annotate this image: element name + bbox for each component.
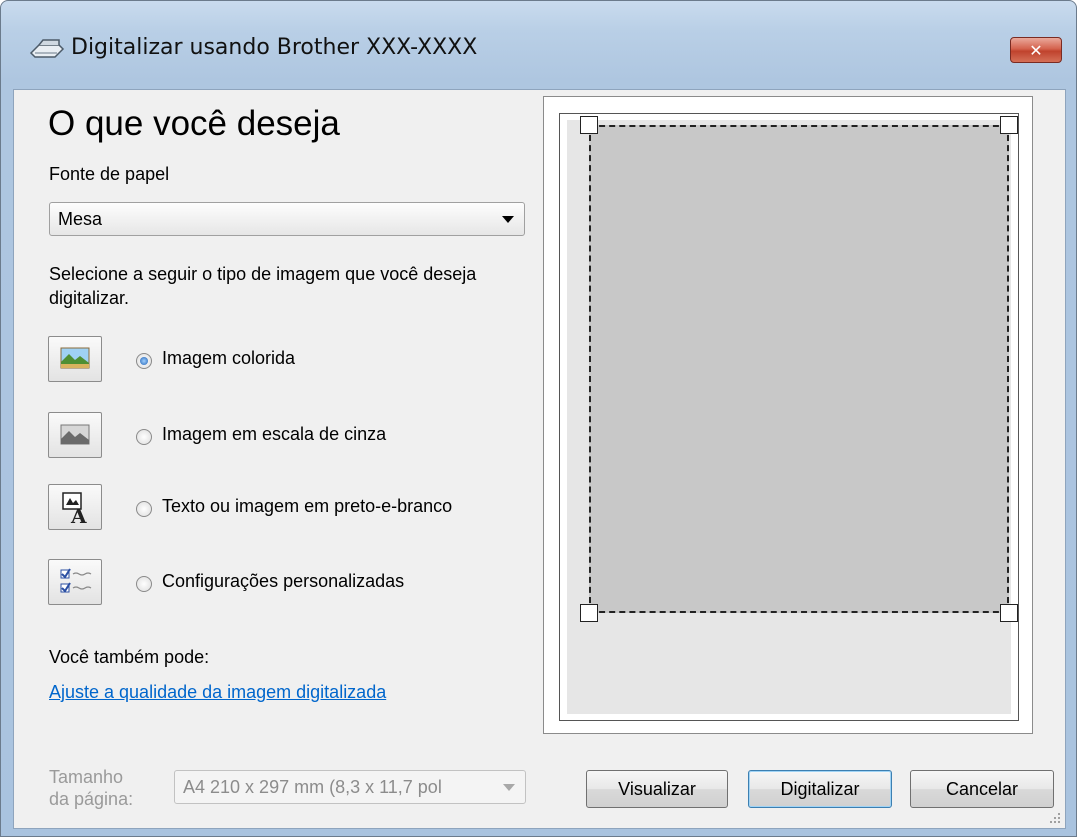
- grayscale-image-radio[interactable]: [136, 429, 152, 445]
- close-button[interactable]: ✕: [1010, 37, 1062, 63]
- resize-grip-icon[interactable]: [1049, 812, 1061, 824]
- page-size-value: A4 210 x 297 mm (8,3 x 11,7 pol: [183, 777, 442, 797]
- window-title: Digitalizar usando Brother XXX-XXXX: [71, 35, 478, 60]
- cancel-button[interactable]: Cancelar: [910, 770, 1054, 808]
- scan-area-handle-bottom-right[interactable]: [1000, 604, 1018, 622]
- chevron-down-icon: [502, 216, 514, 223]
- grayscale-image-label[interactable]: Imagem em escala de cinza: [162, 424, 386, 445]
- color-image-label[interactable]: Imagem colorida: [162, 348, 295, 369]
- dialog-content: O que você deseja Fonte de papel Mesa Se…: [13, 89, 1066, 829]
- also-label: Você também pode:: [49, 647, 210, 667]
- color-image-button[interactable]: [48, 336, 102, 382]
- custom-settings-button[interactable]: [48, 559, 102, 605]
- page-size-label-line2: da página:: [49, 789, 134, 809]
- page-size-label: Tamanho da página:: [49, 766, 133, 810]
- scan-area-handle-bottom-left[interactable]: [580, 604, 598, 622]
- scan-dialog-window: Digitalizar usando Brother XXX-XXXX ✕ O …: [0, 0, 1077, 837]
- custom-settings-icon: [60, 568, 92, 593]
- custom-settings-label[interactable]: Configurações personalizadas: [162, 571, 404, 592]
- text-bw-image-button[interactable]: A: [48, 484, 102, 530]
- scan-area-selection[interactable]: [589, 125, 1009, 613]
- grayscale-photo-icon: [60, 424, 90, 445]
- color-photo-icon: [60, 347, 90, 369]
- paper-source-select[interactable]: Mesa: [49, 202, 525, 236]
- preview-button[interactable]: Visualizar: [586, 770, 728, 808]
- custom-settings-radio[interactable]: [136, 576, 152, 592]
- page-size-label-line1: Tamanho: [49, 767, 124, 787]
- page-title: O que você deseja: [48, 104, 340, 143]
- page-size-select[interactable]: A4 210 x 297 mm (8,3 x 11,7 pol: [174, 770, 526, 804]
- grayscale-image-button[interactable]: [48, 412, 102, 458]
- chevron-down-icon: [503, 784, 515, 791]
- text-image-icon: A: [62, 492, 87, 528]
- scan-area-handle-top-right[interactable]: [1000, 116, 1018, 134]
- paper-source-value: Mesa: [58, 209, 103, 229]
- svg-text:A: A: [70, 504, 87, 528]
- close-icon: ✕: [1029, 40, 1043, 60]
- image-type-description: Selecione a seguir o tipo de imagem que …: [49, 264, 477, 308]
- scanner-icon: [29, 39, 65, 58]
- adjust-quality-link[interactable]: Ajuste a qualidade da imagem digitalizad…: [49, 682, 386, 703]
- color-image-radio[interactable]: [136, 353, 152, 369]
- title-bar[interactable]: Digitalizar usando Brother XXX-XXXX ✕: [1, 1, 1076, 91]
- paper-source-label: Fonte de papel: [49, 164, 170, 184]
- scan-area-handle-top-left[interactable]: [580, 116, 598, 134]
- text-bw-image-label[interactable]: Texto ou imagem em preto-e-branco: [162, 496, 452, 517]
- scan-button[interactable]: Digitalizar: [748, 770, 892, 808]
- text-bw-image-radio[interactable]: [136, 501, 152, 517]
